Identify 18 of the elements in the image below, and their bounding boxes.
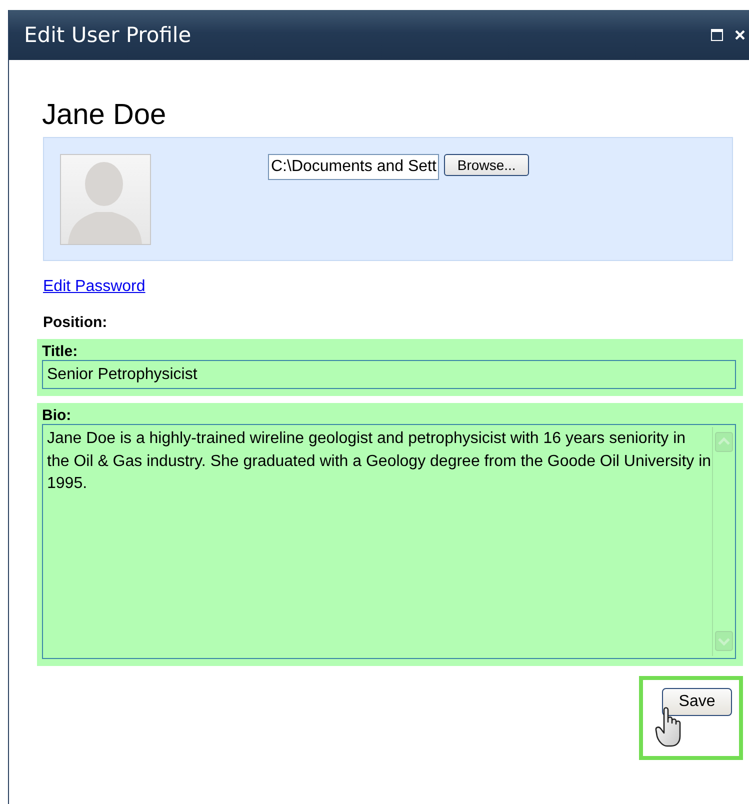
close-icon[interactable]	[735, 30, 745, 40]
avatar-icon	[60, 154, 151, 245]
field-label: Bio:	[42, 407, 72, 424]
maximize-icon[interactable]	[711, 29, 723, 41]
edit-password-link[interactable]: Edit Password	[43, 278, 146, 296]
browse-button[interactable]: Browse...	[444, 154, 529, 176]
scrollbar[interactable]	[712, 427, 735, 656]
scroll-down-icon[interactable]	[715, 631, 733, 651]
save-button[interactable]: Save	[662, 688, 732, 716]
window-title: Edit User Profile	[24, 23, 192, 47]
bio-field[interactable]: Jane Doe is a highly-trained wireline geologist and petrophysicist with 16 years seniority in the Oil & Gas industry. She graduated with a Geology degree from the Goode Oil University in 1995.	[42, 424, 736, 659]
scroll-up-icon[interactable]	[715, 432, 733, 452]
title-field[interactable]: Senior Petrophysicist	[42, 360, 736, 389]
file-path-field[interactable]: C:\Documents and Sett	[268, 154, 440, 180]
position-label: Position:	[43, 314, 108, 331]
bio-text: Jane Doe is a highly-trained wireline geologist and petrophysicist with 16 years seniority in the Oil & Gas industry. She graduated with a Geology degree from the Goode Oil University in 1995.	[47, 429, 712, 494]
field-label: Title:	[42, 343, 79, 360]
user-name: Jane Doe	[42, 98, 168, 132]
